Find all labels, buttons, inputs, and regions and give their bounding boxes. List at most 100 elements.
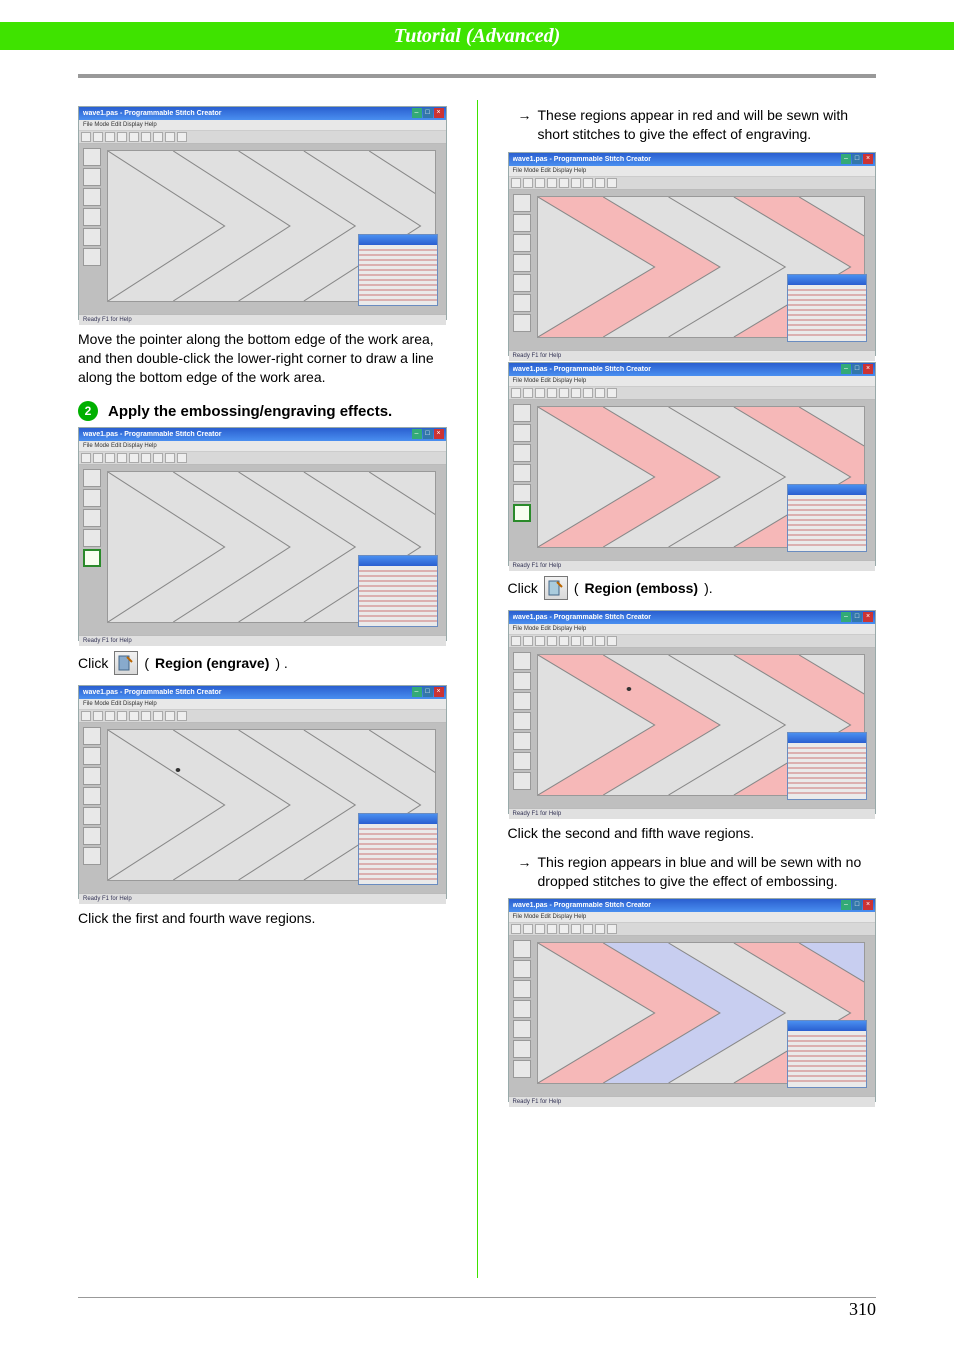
- tool-button[interactable]: [513, 464, 531, 482]
- minimize-icon[interactable]: –: [841, 364, 851, 374]
- toolbar-button[interactable]: [93, 453, 103, 463]
- toolbar-button[interactable]: [607, 388, 617, 398]
- toolbar-button[interactable]: [129, 711, 139, 721]
- tool-button[interactable]: [83, 489, 101, 507]
- tool-button[interactable]: [83, 469, 101, 487]
- tool-button[interactable]: [513, 484, 531, 502]
- tool-button[interactable]: [83, 727, 101, 745]
- tool-button[interactable]: [513, 1000, 531, 1018]
- toolbar-button[interactable]: [81, 132, 91, 142]
- region-emboss-icon[interactable]: [544, 576, 568, 600]
- tool-button[interactable]: [513, 692, 531, 710]
- toolbar-button[interactable]: [165, 711, 175, 721]
- tool-button[interactable]: [513, 404, 531, 422]
- tool-button[interactable]: [513, 194, 531, 212]
- tool-button[interactable]: [513, 444, 531, 462]
- toolbar-button[interactable]: [535, 388, 545, 398]
- toolbar-button[interactable]: [81, 711, 91, 721]
- tool-button[interactable]: [83, 807, 101, 825]
- tool-button[interactable]: [513, 274, 531, 292]
- toolbar-button[interactable]: [129, 132, 139, 142]
- maximize-icon[interactable]: □: [423, 687, 433, 697]
- toolbar-button[interactable]: [559, 636, 569, 646]
- toolbar-button[interactable]: [559, 178, 569, 188]
- tool-button[interactable]: [513, 732, 531, 750]
- tool-button[interactable]: [83, 248, 101, 266]
- toolbar-button[interactable]: [571, 388, 581, 398]
- maximize-icon[interactable]: □: [852, 364, 862, 374]
- tool-button[interactable]: [513, 214, 531, 232]
- toolbar-button[interactable]: [117, 132, 127, 142]
- maximize-icon[interactable]: □: [423, 108, 433, 118]
- tool-button[interactable]: [513, 672, 531, 690]
- minimize-icon[interactable]: –: [841, 154, 851, 164]
- toolbar-button[interactable]: [583, 924, 593, 934]
- toolbar-button[interactable]: [511, 924, 521, 934]
- tool-button[interactable]: [83, 188, 101, 206]
- tool-button[interactable]: [83, 148, 101, 166]
- toolbar-button[interactable]: [141, 453, 151, 463]
- toolbar-button[interactable]: [571, 178, 581, 188]
- tool-button[interactable]: [513, 980, 531, 998]
- toolbar-button[interactable]: [571, 636, 581, 646]
- tool-button[interactable]: [83, 529, 101, 547]
- tool-button[interactable]: [513, 1020, 531, 1038]
- toolbar-button[interactable]: [595, 178, 605, 188]
- toolbar-button[interactable]: [177, 453, 187, 463]
- close-icon[interactable]: ×: [434, 429, 444, 439]
- toolbar-button[interactable]: [153, 711, 163, 721]
- tool-button[interactable]: [513, 1040, 531, 1058]
- toolbar-button[interactable]: [547, 636, 557, 646]
- region-emboss-tool-selected[interactable]: [513, 504, 531, 522]
- toolbar-button[interactable]: [607, 178, 617, 188]
- toolbar-button[interactable]: [547, 178, 557, 188]
- tool-button[interactable]: [83, 747, 101, 765]
- toolbar-button[interactable]: [129, 453, 139, 463]
- tool-button[interactable]: [83, 228, 101, 246]
- toolbar-button[interactable]: [117, 453, 127, 463]
- toolbar-button[interactable]: [523, 924, 533, 934]
- toolbar-button[interactable]: [105, 132, 115, 142]
- toolbar-button[interactable]: [559, 388, 569, 398]
- tool-button[interactable]: [513, 752, 531, 770]
- toolbar-button[interactable]: [523, 178, 533, 188]
- toolbar-button[interactable]: [511, 636, 521, 646]
- tool-button[interactable]: [513, 234, 531, 252]
- toolbar-button[interactable]: [153, 453, 163, 463]
- toolbar-button[interactable]: [165, 453, 175, 463]
- toolbar-button[interactable]: [559, 924, 569, 934]
- toolbar-button[interactable]: [535, 636, 545, 646]
- toolbar-button[interactable]: [595, 636, 605, 646]
- tool-button[interactable]: [513, 254, 531, 272]
- toolbar-button[interactable]: [511, 178, 521, 188]
- minimize-icon[interactable]: –: [412, 108, 422, 118]
- tool-button[interactable]: [513, 314, 531, 332]
- tool-button[interactable]: [83, 787, 101, 805]
- toolbar-button[interactable]: [117, 711, 127, 721]
- toolbar-button[interactable]: [523, 636, 533, 646]
- close-icon[interactable]: ×: [434, 687, 444, 697]
- toolbar-button[interactable]: [105, 453, 115, 463]
- toolbar-button[interactable]: [607, 636, 617, 646]
- tool-button[interactable]: [513, 1060, 531, 1078]
- tool-button[interactable]: [513, 294, 531, 312]
- toolbar-button[interactable]: [595, 924, 605, 934]
- tool-button[interactable]: [513, 424, 531, 442]
- tool-button[interactable]: [83, 827, 101, 845]
- toolbar-button[interactable]: [583, 388, 593, 398]
- toolbar-button[interactable]: [93, 711, 103, 721]
- maximize-icon[interactable]: □: [852, 612, 862, 622]
- region-engrave-icon[interactable]: [114, 651, 138, 675]
- toolbar-button[interactable]: [141, 132, 151, 142]
- toolbar-button[interactable]: [177, 132, 187, 142]
- minimize-icon[interactable]: –: [412, 687, 422, 697]
- toolbar-button[interactable]: [511, 388, 521, 398]
- tool-button[interactable]: [513, 712, 531, 730]
- minimize-icon[interactable]: –: [412, 429, 422, 439]
- tool-button[interactable]: [513, 960, 531, 978]
- toolbar-button[interactable]: [165, 132, 175, 142]
- minimize-icon[interactable]: –: [841, 900, 851, 910]
- toolbar-button[interactable]: [571, 924, 581, 934]
- maximize-icon[interactable]: □: [852, 900, 862, 910]
- close-icon[interactable]: ×: [863, 900, 873, 910]
